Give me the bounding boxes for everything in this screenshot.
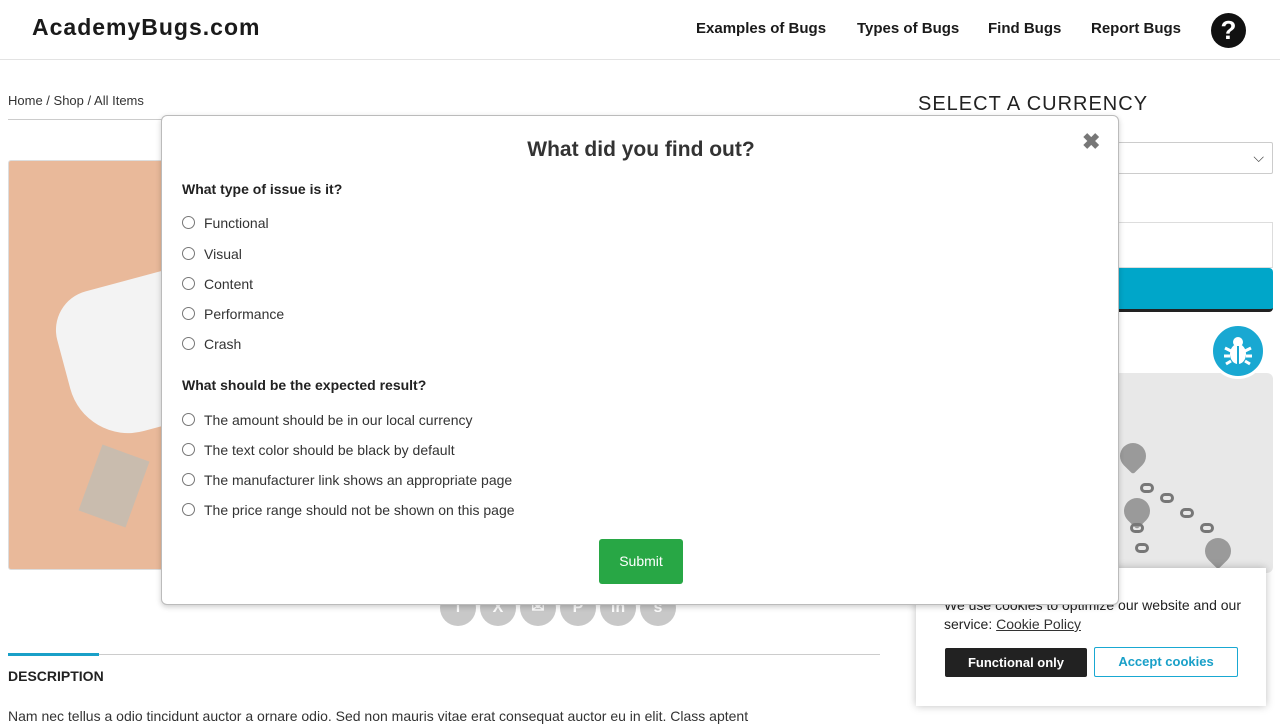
question-issue-type: What type of issue is it?	[182, 181, 343, 197]
breadcrumb-shop[interactable]: Shop	[54, 93, 84, 108]
shirt-shape	[46, 265, 167, 447]
radio-button[interactable]	[182, 443, 195, 456]
heart-shape	[1114, 437, 1152, 475]
radio-button[interactable]	[182, 413, 195, 426]
sidebar-product-image[interactable]	[1110, 373, 1273, 573]
chain-link	[1200, 523, 1214, 533]
question-expected-result: What should be the expected result?	[182, 377, 427, 393]
option-label[interactable]: The price range should not be shown on t…	[204, 502, 515, 518]
nav-examples-of-bugs[interactable]: Examples of Bugs	[696, 20, 826, 37]
chain-link	[1140, 483, 1154, 493]
bug-icon	[1224, 337, 1252, 366]
modal-title: What did you find out?	[527, 138, 755, 161]
breadcrumb: Home / Shop / All Items	[8, 93, 144, 108]
cookie-policy-link[interactable]: Cookie Policy	[996, 616, 1081, 632]
chain-link	[1135, 543, 1149, 553]
radio-button[interactable]	[182, 337, 195, 350]
heart-shape	[1199, 532, 1237, 570]
sidebar-input[interactable]	[1110, 222, 1273, 268]
nav-types-of-bugs[interactable]: Types of Bugs	[857, 20, 959, 37]
tab-description[interactable]: DESCRIPTION	[8, 668, 104, 684]
description-text: Nam nec tellus a odio tincidunt auctor a…	[8, 708, 749, 724]
accept-cookies-button[interactable]: Accept cookies	[1094, 647, 1238, 677]
radio-button[interactable]	[182, 473, 195, 486]
option-label[interactable]: Performance	[204, 306, 284, 322]
breadcrumb-separator: /	[83, 93, 95, 108]
submit-button[interactable]: Submit	[599, 539, 683, 584]
chain-link	[1180, 508, 1194, 518]
close-icon[interactable]: ✖	[1082, 129, 1100, 155]
option-label[interactable]: Functional	[204, 215, 269, 231]
option-label[interactable]: Visual	[204, 246, 242, 262]
currency-title: SELECT A CURRENCY	[918, 93, 1149, 115]
option-label[interactable]: The amount should be in our local curren…	[204, 412, 472, 428]
currency-select[interactable]: ⌵	[1110, 142, 1273, 174]
radio-button[interactable]	[182, 307, 195, 320]
option-label[interactable]: The text color should be black by defaul…	[204, 442, 455, 458]
chain-link	[1130, 523, 1144, 533]
breadcrumb-home[interactable]: Home	[8, 93, 43, 108]
site-header: AcademyBugs.com Examples of Bugs Types o…	[0, 0, 1280, 60]
radio-button[interactable]	[182, 247, 195, 260]
radio-button[interactable]	[182, 216, 195, 229]
radio-button[interactable]	[182, 277, 195, 290]
functional-only-button[interactable]: Functional only	[945, 648, 1087, 677]
radio-button[interactable]	[182, 503, 195, 516]
breadcrumb-current: All Items	[94, 93, 144, 108]
nav-find-bugs[interactable]: Find Bugs	[988, 20, 1061, 37]
chain-link	[1160, 493, 1174, 503]
option-label[interactable]: Crash	[204, 336, 241, 352]
breadcrumb-separator: /	[42, 93, 54, 108]
site-logo[interactable]: AcademyBugs.com	[32, 14, 260, 41]
option-label[interactable]: The manufacturer link shows an appropria…	[204, 472, 512, 488]
option-label[interactable]: Content	[204, 276, 253, 292]
product-image[interactable]	[8, 160, 168, 570]
nav-report-bugs[interactable]: Report Bugs	[1091, 20, 1181, 37]
divider	[8, 654, 880, 655]
bug-report-button[interactable]	[1210, 323, 1266, 379]
sidebar-button[interactable]	[1110, 268, 1273, 312]
bug-report-modal: What did you find out? ✖ What type of is…	[161, 115, 1119, 605]
tag-shape	[78, 444, 150, 528]
tab-accent	[8, 653, 99, 656]
help-icon[interactable]: ?	[1211, 13, 1246, 48]
chevron-down-icon: ⌵	[1253, 149, 1264, 165]
